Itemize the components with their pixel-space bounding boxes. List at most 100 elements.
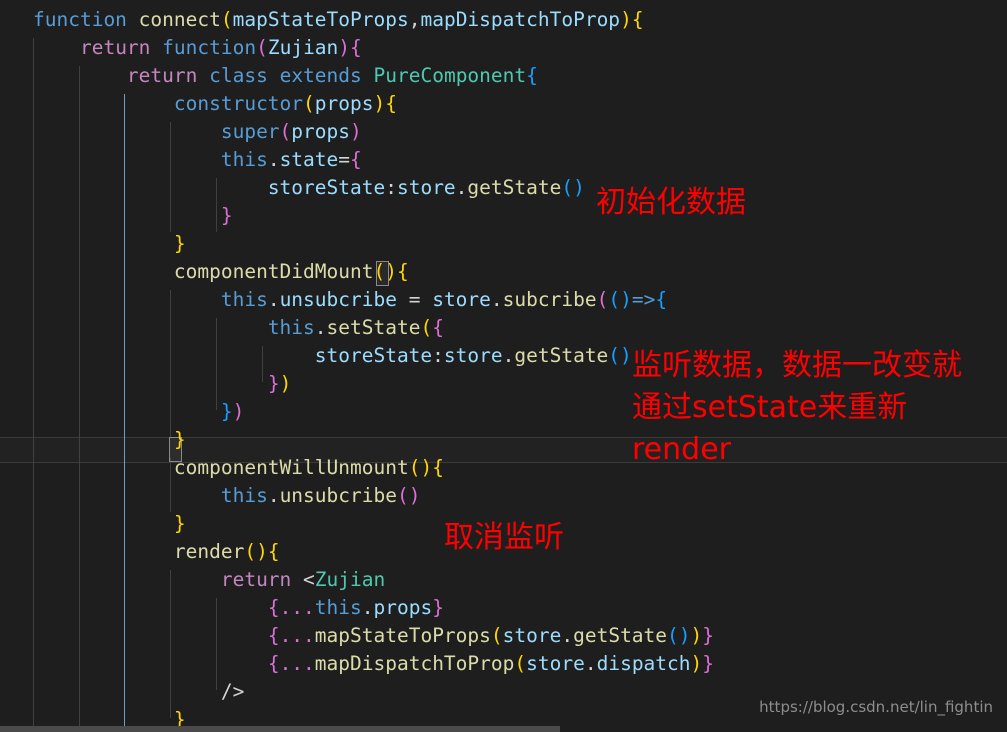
code-token: ): [408, 484, 421, 507]
code-token: }: [267, 372, 280, 395]
code-token: return: [126, 64, 198, 87]
code-line-2[interactable]: return function(Zujian){: [0, 34, 1007, 62]
code-token: getState: [467, 176, 562, 199]
code-line-12[interactable]: this.setState({: [0, 314, 1007, 342]
code-token: PureComponent: [373, 64, 527, 87]
code-line-18[interactable]: this.unsubcribe(): [0, 482, 1007, 510]
code-line-16[interactable]: }: [0, 426, 1007, 454]
code-token: (: [396, 484, 409, 507]
code-token: .: [455, 176, 468, 199]
code-line-24[interactable]: {...mapDispatchToProp(store.dispatch)}: [0, 650, 1007, 678]
code-token: unsubcribe: [279, 484, 397, 507]
code-token: store: [526, 652, 585, 675]
code-token: .: [314, 316, 327, 339]
horizontal-scrollbar-thumb[interactable]: [0, 726, 560, 732]
code-token: =>: [631, 288, 656, 311]
code-token: function: [162, 36, 257, 59]
code-token: componentWillUnmount: [173, 456, 409, 479]
code-line-8[interactable]: }: [0, 202, 1007, 230]
code-line-6[interactable]: this.state={: [0, 146, 1007, 174]
code-token: }: [173, 232, 186, 255]
code-token: ): [573, 176, 585, 199]
code-token: mapDispatchToProp: [420, 8, 621, 31]
code-token: this: [314, 596, 362, 619]
code-editor-surface[interactable]: function connect(mapStateToProps,mapDisp…: [0, 0, 1007, 732]
code-token: return: [220, 568, 292, 591]
code-line-21[interactable]: return <Zujian: [0, 566, 1007, 594]
code-line-1[interactable]: function connect(mapStateToProps,mapDisp…: [0, 6, 1007, 34]
code-token: <: [303, 568, 315, 591]
annotation-listen-data-line3: render: [632, 432, 731, 467]
code-token: ): [620, 8, 632, 31]
code-token: class: [209, 64, 268, 87]
code-line-11[interactable]: this.unsubcribe = store.subcribe(()=>{: [0, 286, 1007, 314]
code-token: .: [490, 288, 503, 311]
code-token: mapStateToProps: [232, 8, 409, 31]
code-token: this: [220, 484, 268, 507]
code-token: :: [385, 176, 397, 199]
code-token: ): [678, 624, 691, 647]
code-token: }: [220, 204, 233, 227]
code-token: {: [396, 260, 409, 283]
code-token: props: [373, 596, 433, 619]
code-token: return: [79, 36, 151, 59]
code-line-3[interactable]: return class extends PureComponent{: [0, 62, 1007, 90]
watermark-text: https://blog.csdn.net/lin_fightin: [759, 698, 993, 716]
code-token: {: [631, 8, 644, 31]
code-token: function: [33, 8, 127, 31]
code-token: {: [267, 624, 280, 647]
code-token: />: [220, 680, 245, 703]
code-token: Zujian: [267, 36, 339, 59]
code-token: state: [279, 148, 339, 171]
code-token: (: [608, 344, 621, 367]
code-token: }: [173, 512, 186, 535]
code-token: :: [432, 344, 444, 367]
code-token: .: [502, 344, 515, 367]
code-token: ): [279, 372, 292, 395]
code-token: {: [267, 596, 280, 619]
code-token: ...: [279, 596, 315, 619]
code-token: super: [220, 120, 280, 143]
code-token: setState: [326, 316, 421, 339]
code-token: ): [338, 36, 351, 59]
code-token: }: [702, 652, 715, 675]
code-token: ): [620, 344, 632, 367]
horizontal-scrollbar[interactable]: [0, 726, 1007, 732]
code-token: }: [220, 400, 233, 423]
annotation-init-data: 初始化数据: [596, 185, 746, 220]
code-line-22[interactable]: {...this.props}: [0, 594, 1007, 622]
code-token: Zujian: [314, 568, 386, 591]
code-token: =: [396, 288, 433, 311]
code-token: }: [432, 596, 444, 619]
annotation-listen-data-line1: 监听数据，数据一改变就: [632, 348, 962, 383]
code-token: this: [220, 288, 268, 311]
code-token: store: [396, 176, 456, 199]
code-token: {: [267, 540, 280, 563]
code-token: ): [420, 456, 433, 479]
code-token: (: [244, 540, 257, 563]
code-token: mapDispatchToProp: [314, 652, 515, 675]
code-line-4[interactable]: constructor(props){: [0, 90, 1007, 118]
code-line-10[interactable]: componentDidMount(){: [0, 258, 1007, 286]
code-line-17[interactable]: componentWillUnmount(){: [0, 454, 1007, 482]
code-token: render: [173, 540, 245, 563]
code-line-5[interactable]: super(props): [0, 118, 1007, 146]
code-token: ...: [279, 652, 315, 675]
code-line-7[interactable]: storeState:store.getState(): [0, 174, 1007, 202]
code-line-23[interactable]: {...mapStateToProps(store.getState())}: [0, 622, 1007, 650]
code-line-9[interactable]: }: [0, 230, 1007, 258]
